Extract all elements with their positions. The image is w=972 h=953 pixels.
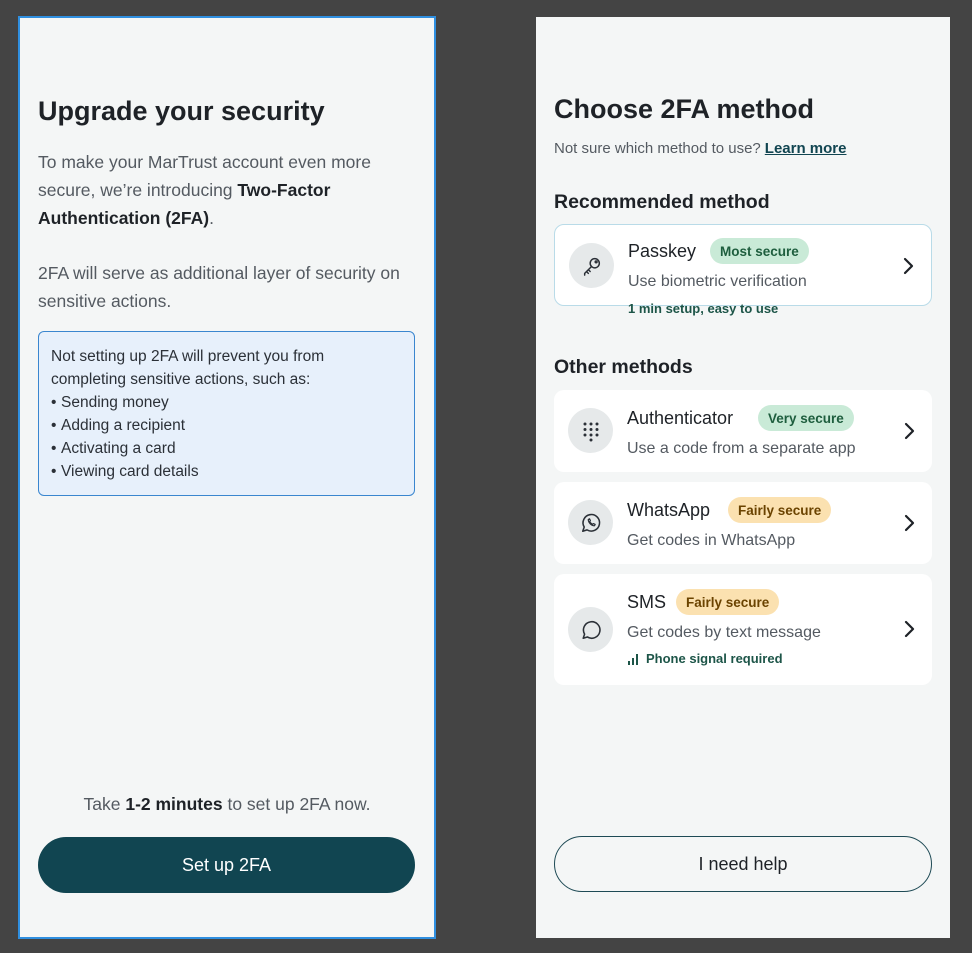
sensitive-actions-list: Sending money Adding a recipient Activat…	[51, 391, 402, 483]
page-title: Upgrade your security	[38, 96, 325, 126]
security-badge: Most secure	[710, 238, 809, 264]
method-description: Use biometric verification	[628, 273, 807, 290]
chevron-right-icon	[904, 514, 915, 532]
list-item: Activating a card	[51, 437, 402, 460]
list-item: Adding a recipient	[51, 414, 402, 437]
take-text: Take	[83, 794, 126, 814]
intro-paragraph: To make your MarTrust account even more …	[38, 148, 418, 232]
signal-icon	[628, 653, 638, 665]
method-note-text: Phone signal required	[646, 651, 783, 666]
method-card-sms[interactable]: SMS Fairly secure Get codes by text mess…	[554, 574, 932, 685]
intro-text-end: .	[209, 208, 214, 228]
info-text: Not setting up 2FA will prevent you from…	[51, 348, 325, 388]
method-name: Passkey	[628, 241, 697, 261]
method-note: Phone signal required	[627, 651, 783, 666]
whatsapp-icon	[568, 500, 613, 545]
warning-info-box: Not setting up 2FA will prevent you from…	[38, 331, 415, 496]
security-badge: Fairly secure	[728, 497, 832, 523]
page-title: Choose 2FA method	[554, 94, 815, 124]
chevron-right-icon	[904, 422, 915, 440]
method-description: Use a code from a separate app	[627, 440, 856, 457]
recommended-heading: Recommended method	[554, 191, 770, 213]
chat-bubble-icon	[568, 607, 613, 652]
security-badge: Very secure	[758, 405, 854, 431]
method-card-authenticator[interactable]: Authenticator Very secure Use a code fro…	[554, 390, 932, 472]
intro-screen: Upgrade your security To make your MarTr…	[18, 16, 436, 939]
keypad-icon	[568, 408, 613, 453]
subtitle-text: Not sure which method to use?	[554, 140, 761, 157]
method-name: SMS	[627, 592, 667, 612]
method-name: WhatsApp	[627, 500, 711, 520]
intro-paragraph-2: 2FA will serve as additional layer of se…	[38, 263, 400, 311]
method-card-whatsapp[interactable]: WhatsApp Fairly secure Get codes in What…	[554, 482, 932, 564]
security-badge: Fairly secure	[676, 589, 780, 615]
take-text-end: to set up 2FA now.	[222, 794, 371, 814]
setup-time-text: Take 1-2 minutes to set up 2FA now.	[20, 794, 434, 815]
chevron-right-icon	[904, 620, 915, 638]
chevron-right-icon	[903, 257, 914, 275]
key-icon	[569, 243, 614, 288]
method-card-passkey[interactable]: Passkey Most secure Use biometric verifi…	[554, 224, 932, 316]
other-methods-heading: Other methods	[554, 356, 693, 378]
list-item: Viewing card details	[51, 460, 402, 483]
method-name: Authenticator	[627, 408, 734, 428]
setup-2fa-button[interactable]: Set up 2FA	[38, 837, 415, 893]
list-item: Sending money	[51, 391, 402, 414]
help-button[interactable]: I need help	[554, 836, 932, 892]
choose-method-screen: Choose 2FA method Not sure which method …	[536, 17, 950, 938]
subtitle: Not sure which method to use? Learn more	[554, 140, 846, 157]
learn-more-link[interactable]: Learn more	[765, 140, 847, 157]
method-note: 1 min setup, easy to use	[628, 301, 779, 316]
method-description: Get codes in WhatsApp	[627, 532, 796, 549]
take-bold-text: 1-2 minutes	[125, 794, 223, 814]
method-description: Get codes by text message	[627, 624, 821, 641]
